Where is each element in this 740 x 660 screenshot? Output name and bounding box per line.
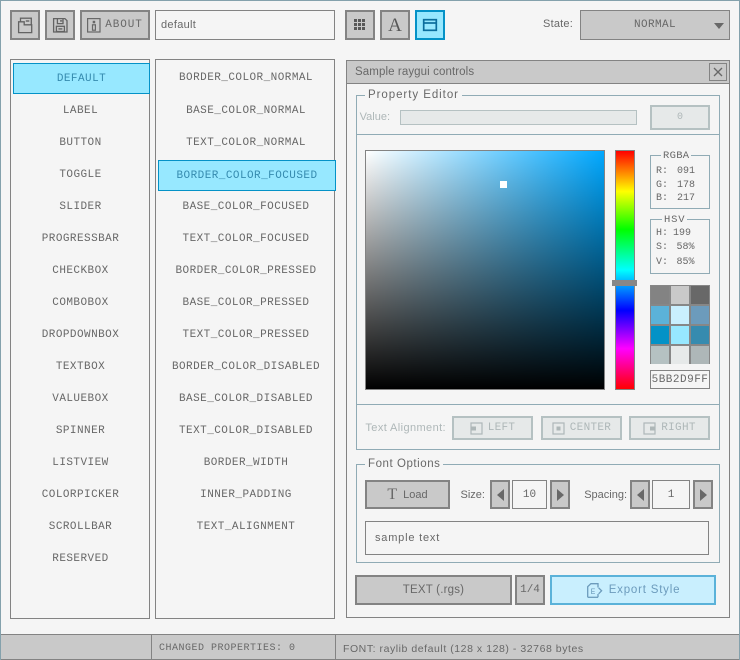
svg-text:E: E	[590, 588, 595, 597]
